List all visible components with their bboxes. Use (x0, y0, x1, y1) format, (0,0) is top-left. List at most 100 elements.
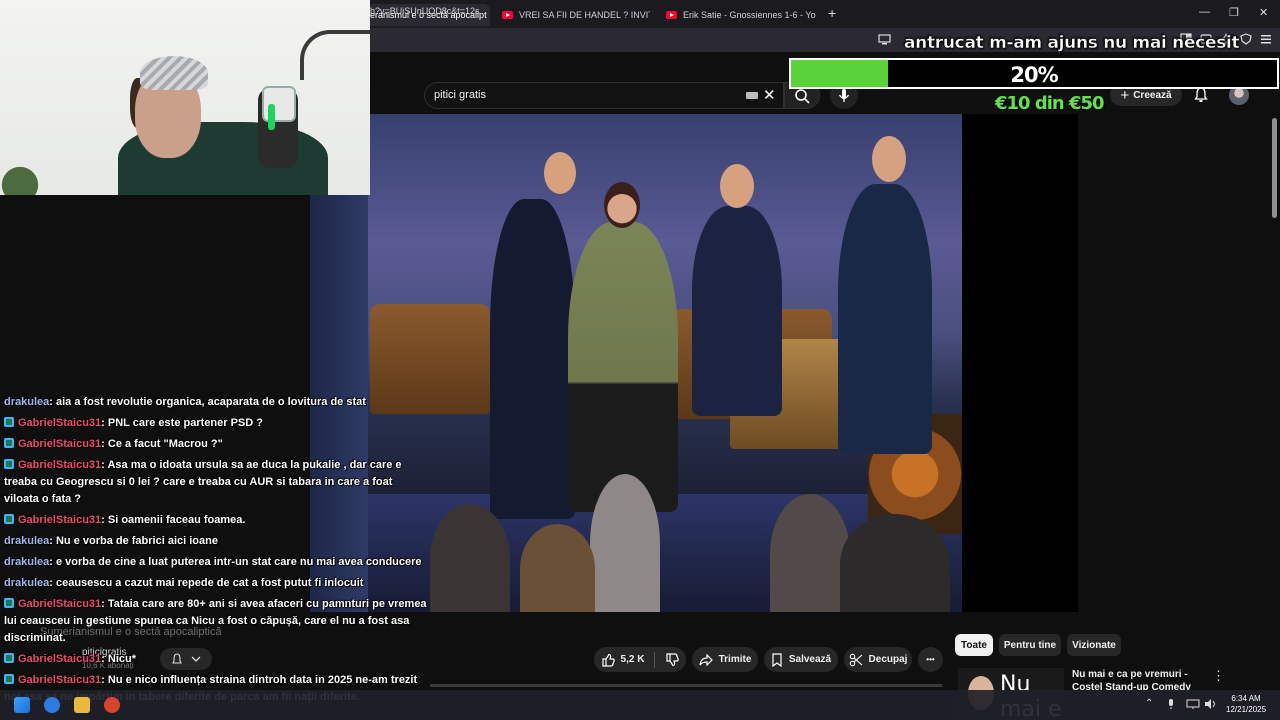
restore-button[interactable]: ❐ (1229, 6, 1239, 19)
chat-username: GabrielStaicu31 (18, 438, 102, 450)
video-person (838, 184, 932, 454)
close-window-button[interactable]: ✕ (1259, 6, 1268, 19)
start-icon[interactable] (14, 697, 30, 713)
chat-message: GabrielStaicu31: Si oamenii faceau foame… (0, 510, 432, 531)
scissors-icon (849, 653, 862, 666)
share-label: Trimite (718, 654, 752, 665)
video-singer (568, 222, 678, 512)
more-actions-button[interactable]: ••• (918, 647, 943, 672)
like-count: 5,2 K (620, 654, 645, 665)
menu-icon[interactable] (1260, 33, 1272, 45)
dislike-icon (666, 652, 680, 666)
chip-all[interactable]: Toate (955, 634, 993, 656)
tab-title: Erik Satie - Gnossiennes 1-6 - YouTub (683, 10, 816, 20)
tab-satie[interactable]: Erik Satie - Gnossiennes 1-6 - YouTub (666, 4, 816, 26)
chat-username: drakulea (4, 535, 50, 547)
create-label: Creează (1133, 89, 1172, 101)
video-head (872, 136, 906, 182)
chat-text: : aia a fost revolutie organica, acapara… (49, 396, 366, 408)
video-person (490, 199, 575, 519)
chat-username: GabrielStaicu31 (18, 674, 102, 686)
video-audience (520, 524, 595, 612)
chat-badge-icon (4, 459, 14, 469)
video-letterbox (962, 114, 1078, 612)
folder-icon[interactable] (74, 697, 90, 713)
video-head (720, 164, 754, 208)
reader-view-icon[interactable] (878, 33, 892, 45)
donation-goal-percent: 20% (1010, 63, 1058, 87)
donation-goal-bar: 20% (789, 58, 1279, 89)
minimize-button[interactable]: — (1199, 6, 1210, 18)
clear-search-icon[interactable]: ✕ (763, 86, 776, 104)
webcam-mic-light (268, 104, 275, 130)
chip-for-you[interactable]: Pentru tine (999, 634, 1061, 656)
donation-goal-amount: €10 din €50 (995, 93, 1105, 114)
save-button[interactable]: Salvează (764, 647, 838, 672)
bookmark-icon (772, 652, 782, 667)
webcam-overlay (0, 0, 370, 195)
share-button[interactable]: Trimite (692, 647, 758, 672)
clip-button[interactable]: Decupaj (844, 647, 912, 672)
chat-text: : e vorba de cine a luat puterea intr-un… (49, 556, 422, 568)
chat-badge-icon (4, 514, 14, 524)
chat-message: drakulea: Nu e vorba de fabrici aici ioa… (0, 531, 432, 552)
video-head (544, 152, 576, 194)
share-icon (698, 653, 713, 666)
plus-icon: + (1120, 86, 1130, 104)
chat-username: GabrielStaicu31 (18, 514, 102, 526)
chat-text: : Nu e vorba de fabrici aici ioane (49, 535, 218, 547)
chat-username: GabrielStaicu31 (18, 417, 102, 429)
clip-label: Decupaj (868, 654, 908, 665)
url-text[interactable]: h?v=BUiSUnUOD8c&t=12s (370, 6, 480, 16)
webcam-mic-arm (300, 30, 370, 80)
chat-badge-icon (4, 598, 14, 608)
chat-message: drakulea: aia a fost revolutie organica,… (0, 392, 432, 413)
chat-overlay: drakulea: aia a fost revolutie organica,… (0, 392, 432, 720)
tab-title: VREI SA FII DE HANDEL ? INVITAT SP (519, 10, 650, 20)
webcam-foil-hat (140, 56, 208, 90)
chat-message: GabrielStaicu31: Asa ma o idoata ursula … (0, 455, 432, 510)
chat-username: GabrielStaicu31 (18, 653, 102, 665)
new-tab-button[interactable]: + (828, 5, 836, 21)
tab-handel[interactable]: VREI SA FII DE HANDEL ? INVITAT SP (502, 4, 650, 26)
chip-watched[interactable]: Vizionate (1067, 634, 1121, 656)
video-audience (430, 504, 510, 612)
like-dislike-button[interactable]: 5,2 K (594, 647, 686, 672)
youtube-favicon-icon (502, 11, 513, 19)
app-icon[interactable] (104, 697, 120, 713)
keyboard-icon[interactable] (746, 92, 758, 99)
chat-message: GabrielStaicu31: Nicu* (0, 649, 432, 670)
video-progress-bar[interactable] (430, 684, 942, 687)
network-icon[interactable] (1186, 698, 1200, 710)
video-person (692, 206, 782, 416)
donation-message: antrucat m-am ajuns nu mai necesit (904, 33, 1240, 53)
chat-username: GabrielStaicu31 (18, 598, 102, 610)
tray-expand-icon[interactable]: ⌃ (1145, 698, 1153, 709)
volume-icon[interactable] (1204, 698, 1218, 710)
chat-message: drakulea: ceausescu a cazut mai repede d… (0, 573, 432, 594)
chat-message: GabrielStaicu31: Tataia care are 80+ ani… (0, 594, 432, 649)
clock-date: 12/21/2025 (1226, 705, 1267, 714)
microphone-icon[interactable] (1166, 698, 1176, 710)
chat-text: : Nicu* (101, 653, 136, 665)
chat-badge-icon (4, 417, 14, 427)
chat-text: : PNL care este partener PSD ? (101, 417, 263, 429)
chat-username: drakulea (4, 577, 50, 589)
chat-username: GabrielStaicu31 (18, 459, 102, 471)
like-icon (601, 653, 615, 667)
search-input[interactable]: pitici gratis (434, 89, 486, 101)
chat-badge-icon (4, 674, 14, 684)
chat-message: GabrielStaicu31: Ce a facut "Macrou ?" (0, 434, 432, 455)
chat-username: drakulea (4, 396, 50, 408)
chat-message: GabrielStaicu31: PNL care este partener … (0, 413, 432, 434)
video-head (604, 182, 640, 228)
taskbar-clock[interactable]: 6:34 AM 12/21/2025 (1226, 693, 1266, 715)
chat-badge-icon (4, 653, 14, 663)
page-scrollbar[interactable] (1272, 118, 1277, 218)
clock-time: 6:34 AM (1231, 694, 1261, 703)
browser-icon[interactable] (44, 697, 60, 713)
shield-icon[interactable] (1240, 33, 1252, 45)
more-vert-icon[interactable]: ⋮ (1212, 668, 1225, 684)
video-audience (590, 474, 660, 612)
chat-badge-icon (4, 438, 14, 448)
